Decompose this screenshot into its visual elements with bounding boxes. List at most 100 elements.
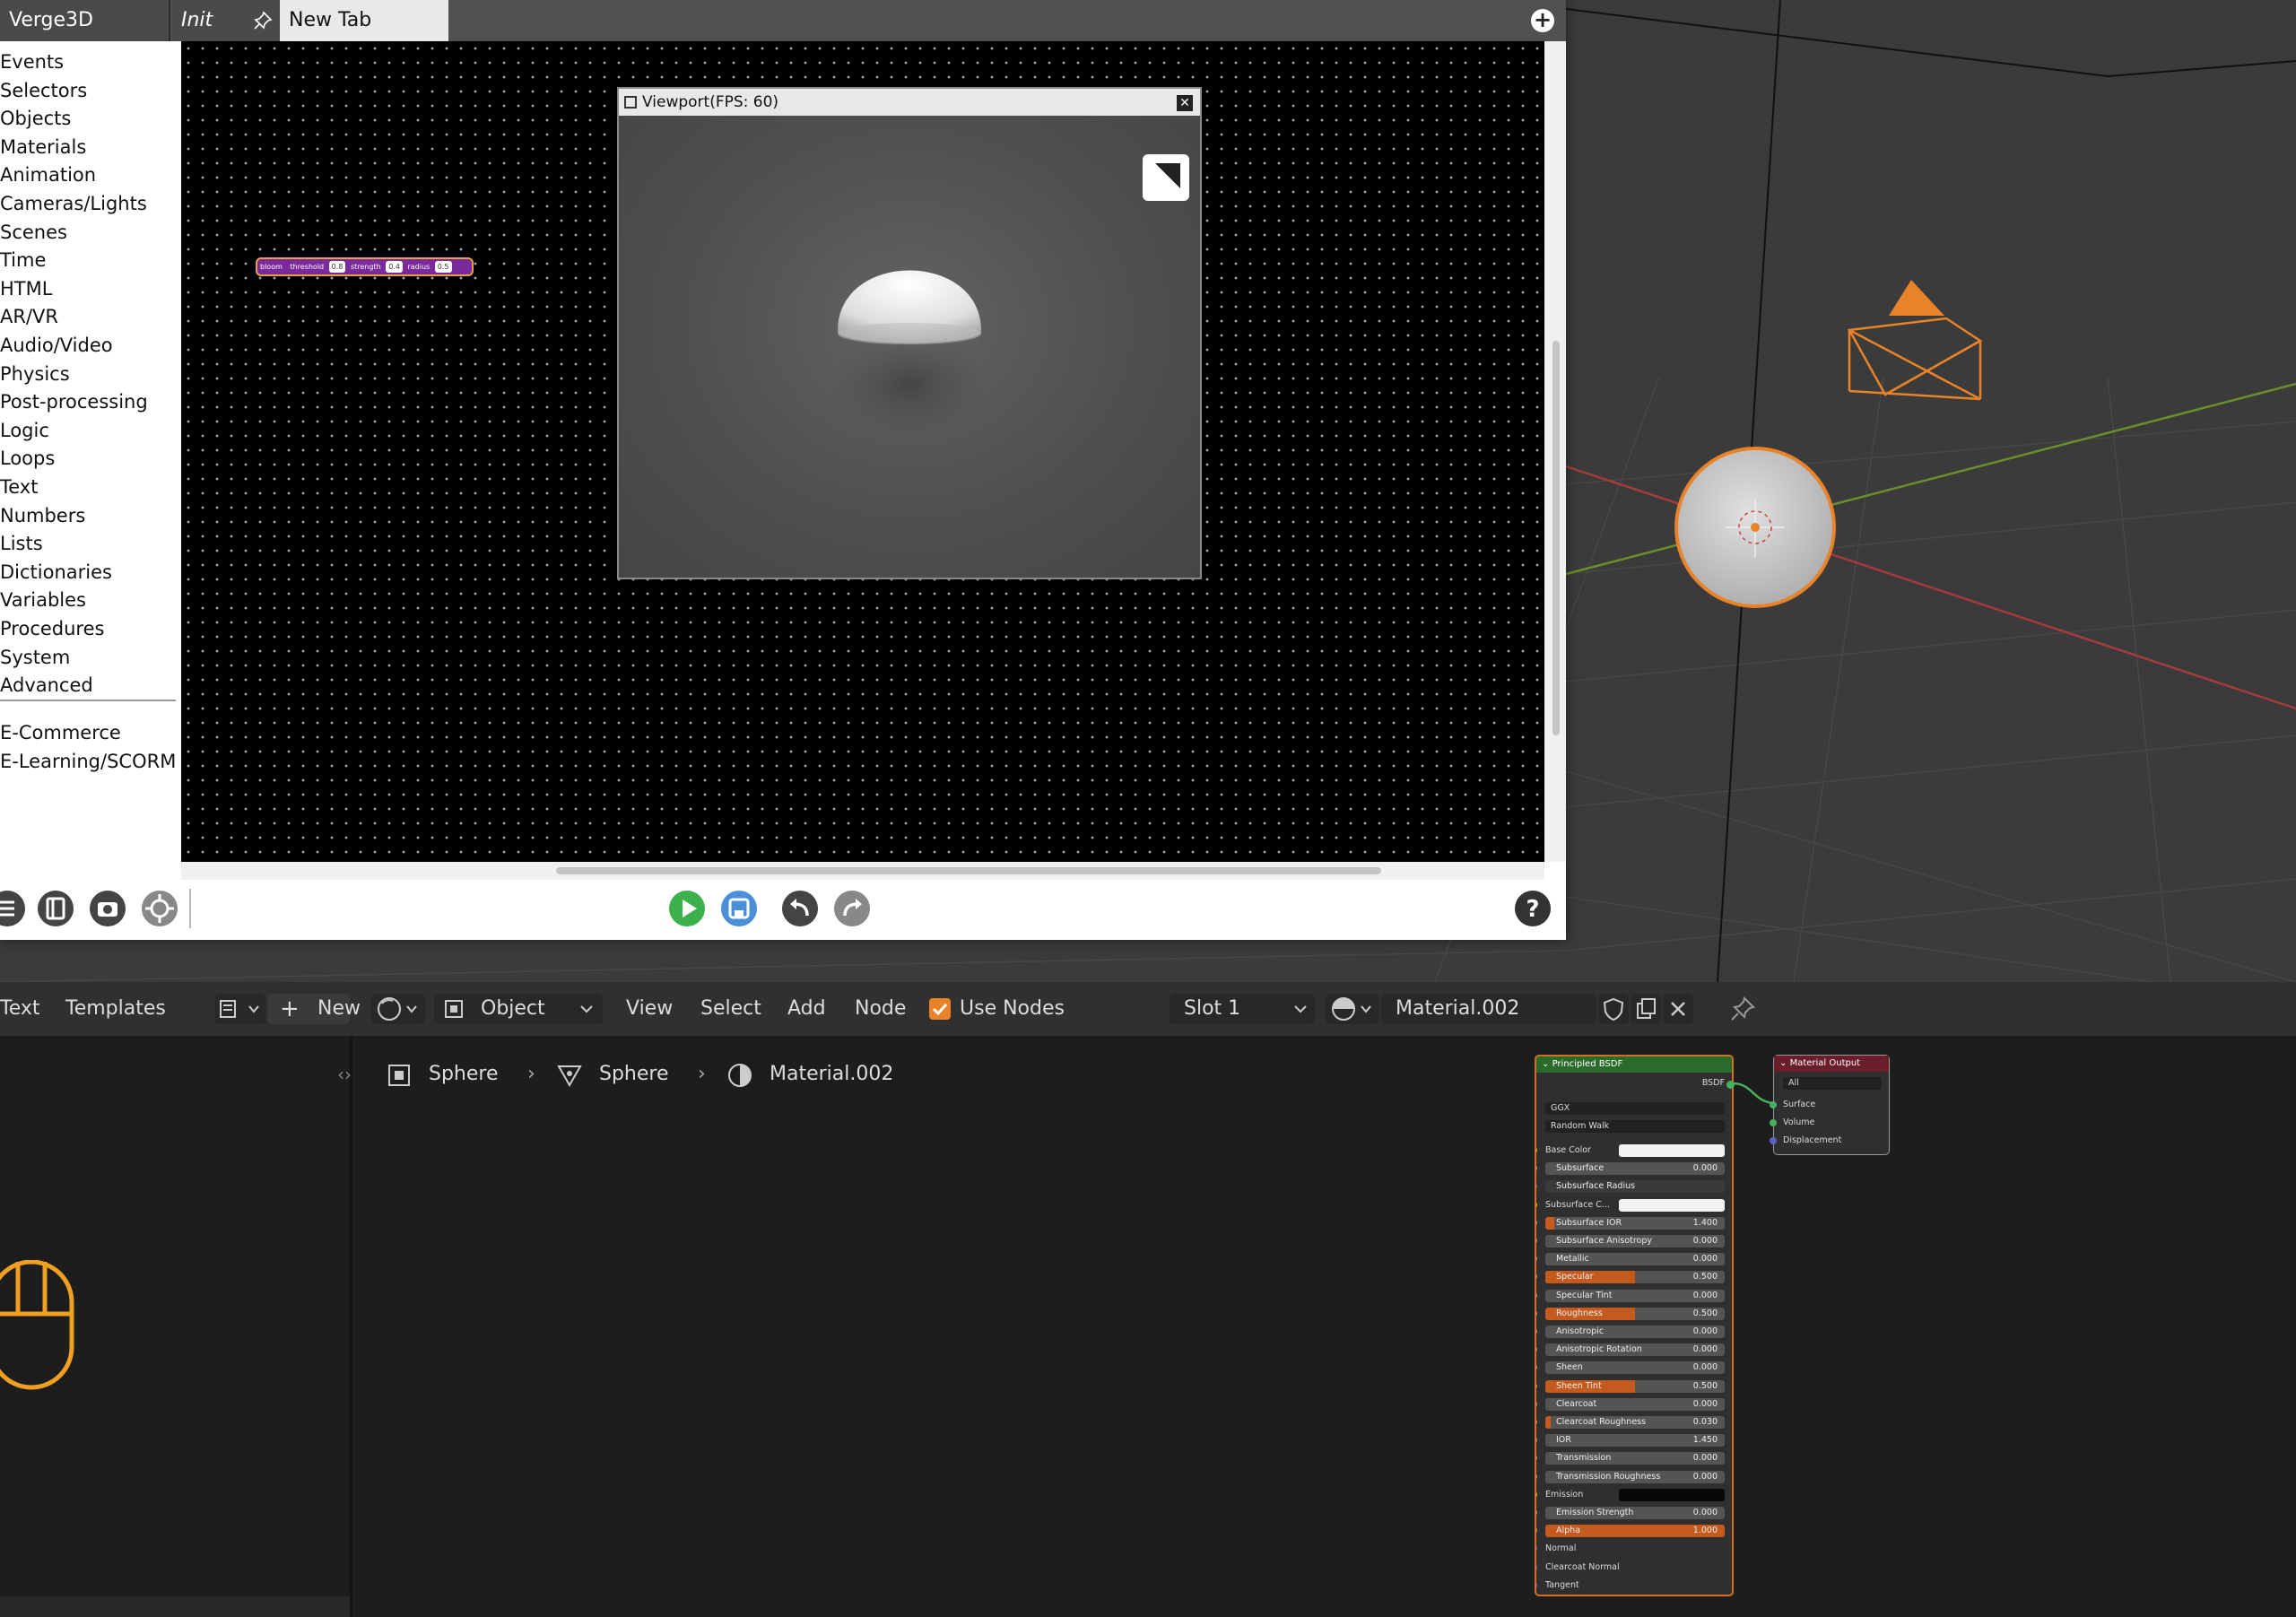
category-system[interactable]: System — [0, 644, 70, 671]
input-subsurface-c-color-swatch[interactable] — [1619, 1198, 1725, 1212]
redo-icon[interactable] — [832, 889, 872, 928]
input-socket[interactable] — [1536, 1256, 1537, 1263]
input-subsurface-slider[interactable]: Subsurface 0.000 — [1545, 1162, 1725, 1176]
input-socket[interactable] — [1536, 1509, 1537, 1516]
input-socket[interactable] — [1536, 1238, 1537, 1244]
horizontal-scroll-thumb[interactable] — [556, 867, 1381, 874]
duplicate-icon[interactable] — [1631, 994, 1661, 1024]
distribution-dropdown[interactable]: GGX — [1545, 1102, 1725, 1115]
input-emission-color-swatch[interactable] — [1619, 1488, 1725, 1501]
output-target-dropdown[interactable]: All — [1783, 1077, 1882, 1090]
menu-view[interactable]: View — [626, 982, 673, 1036]
object-mode-dropdown[interactable]: Object — [434, 994, 603, 1024]
input-clearcoat-roughness-slider[interactable]: Clearcoat Roughness 0.030 — [1545, 1416, 1725, 1429]
close-icon[interactable]: ✕ — [1177, 95, 1193, 111]
volume-input-socket[interactable] — [1770, 1119, 1777, 1126]
category-loops[interactable]: Loops — [0, 445, 55, 472]
category-selectors[interactable]: Selectors — [0, 77, 87, 104]
input-anisotropic-rotation-slider[interactable]: Anisotropic Rotation 0.000 — [1545, 1343, 1725, 1357]
editor-type-node-dropdown[interactable] — [371, 994, 425, 1024]
input-socket[interactable] — [1536, 1291, 1537, 1299]
output-node-header[interactable]: ⌄ Material Output — [1774, 1056, 1889, 1072]
node-editor-canvas[interactable] — [352, 1036, 2296, 1617]
input-clearcoat-slider[interactable]: Clearcoat 0.000 — [1545, 1397, 1725, 1411]
help-icon[interactable]: ? — [1513, 889, 1552, 928]
input-sheen-slider[interactable]: Sheen 0.000 — [1545, 1361, 1725, 1375]
menu-templates[interactable]: Templates — [65, 982, 166, 1036]
input-metallic-slider[interactable]: Metallic 0.000 — [1545, 1253, 1725, 1266]
input-anisotropic-slider[interactable]: Anisotropic 0.000 — [1545, 1326, 1725, 1338]
category-time[interactable]: Time — [0, 247, 46, 274]
material-name-field[interactable]: Material.002 — [1381, 994, 1596, 1024]
category-advanced[interactable]: Advanced — [0, 672, 93, 699]
menu-select[interactable]: Select — [700, 982, 761, 1036]
category-variables[interactable]: Variables — [0, 587, 86, 613]
category-physics[interactable]: Physics — [0, 361, 70, 387]
threshold-value[interactable]: 0.8 — [328, 261, 346, 273]
input-socket[interactable] — [1536, 1419, 1537, 1425]
unlink-close-icon[interactable] — [1663, 994, 1693, 1024]
category-e-commerce[interactable]: E-Commerce — [0, 719, 121, 746]
category-procedures[interactable]: Procedures — [0, 615, 104, 642]
input-emission-strength-slider[interactable]: Emission Strength 0.000 — [1545, 1507, 1725, 1519]
use-nodes-checkbox[interactable] — [929, 998, 951, 1020]
input-socket[interactable] — [1536, 1346, 1537, 1353]
viewport-popup-titlebar[interactable]: Viewport(FPS: 60) — [619, 89, 1200, 116]
subsurface-method-dropdown[interactable]: Random Walk — [1545, 1120, 1725, 1133]
category-cameras-lights[interactable]: Cameras/Lights — [0, 190, 147, 217]
category-ar-vr[interactable]: AR/VR — [0, 303, 58, 330]
input-socket[interactable] — [1536, 1382, 1537, 1389]
library-icon[interactable] — [36, 889, 75, 928]
category-events[interactable]: Events — [0, 48, 64, 75]
target-icon[interactable] — [140, 889, 179, 928]
input-socket[interactable] — [1536, 1309, 1537, 1317]
new-text-button[interactable]: + New — [267, 994, 361, 1024]
vertical-scroll-thumb[interactable] — [1552, 341, 1560, 735]
bloom-puzzle-block[interactable]: bloom threshold 0.8 strength 0.4 radius … — [256, 257, 474, 276]
menu-node[interactable]: Node — [855, 982, 906, 1036]
input-socket[interactable] — [1536, 1274, 1537, 1281]
menu-add[interactable]: Add — [787, 982, 826, 1036]
input-socket[interactable] — [1536, 1473, 1537, 1480]
category-dictionaries[interactable]: Dictionaries — [0, 559, 112, 586]
pin-icon[interactable] — [253, 11, 273, 30]
input-socket[interactable] — [1536, 1437, 1537, 1444]
viewport-canvas[interactable] — [619, 116, 1200, 578]
menu-icon[interactable] — [0, 889, 27, 928]
pause-icon[interactable] — [624, 96, 637, 109]
input-socket[interactable] — [1536, 1201, 1537, 1208]
input-socket[interactable] — [1536, 1491, 1537, 1498]
input-sheen-tint-slider[interactable]: Sheen Tint 0.500 — [1545, 1379, 1725, 1393]
category-objects[interactable]: Objects — [0, 105, 71, 132]
category-logic[interactable]: Logic — [0, 417, 49, 444]
surface-input-socket[interactable] — [1770, 1101, 1777, 1108]
input-socket[interactable] — [1536, 1545, 1537, 1552]
input-subsurface-ior-slider[interactable]: Subsurface IOR 1.400 — [1545, 1216, 1725, 1230]
category-e-learning-scorm[interactable]: E-Learning/SCORM — [0, 748, 176, 775]
input-roughness-slider[interactable]: Roughness 0.500 — [1545, 1307, 1725, 1320]
screenshot-icon[interactable] — [88, 889, 127, 928]
input-specular-tint-slider[interactable]: Specular Tint 0.000 — [1545, 1289, 1725, 1302]
category-audio-video[interactable]: Audio/Video — [0, 332, 113, 359]
editor-type-dropdown[interactable] — [215, 994, 265, 1024]
category-post-processing[interactable]: Post-processing — [0, 388, 148, 415]
input-socket[interactable] — [1536, 1455, 1537, 1462]
input-socket[interactable] — [1536, 1328, 1537, 1334]
category-animation[interactable]: Animation — [0, 161, 96, 188]
input-base-color-color-swatch[interactable] — [1619, 1144, 1725, 1157]
radius-value[interactable]: 0.5 — [434, 261, 452, 273]
pin-icon[interactable] — [1727, 994, 1758, 1024]
slot-dropdown[interactable]: Slot 1 — [1170, 994, 1315, 1024]
text-editor-area[interactable] — [0, 1036, 350, 1617]
input-socket[interactable] — [1536, 1165, 1537, 1172]
bsdf-node-header[interactable]: ⌄ Principled BSDF — [1536, 1056, 1732, 1073]
input-socket[interactable] — [1536, 1581, 1537, 1588]
principled-bsdf-node[interactable]: ⌄ Principled BSDF BSDF GGX Random Walk B… — [1535, 1055, 1734, 1596]
input-socket[interactable] — [1536, 1364, 1537, 1371]
category-numbers[interactable]: Numbers — [0, 502, 85, 529]
material-output-node[interactable]: ⌄ Material Output All Surface Volume Dis… — [1773, 1055, 1890, 1155]
undo-icon[interactable] — [780, 889, 820, 928]
category-html[interactable]: HTML — [0, 275, 52, 302]
category-lists[interactable]: Lists — [0, 530, 43, 557]
category-materials[interactable]: Materials — [0, 134, 86, 161]
